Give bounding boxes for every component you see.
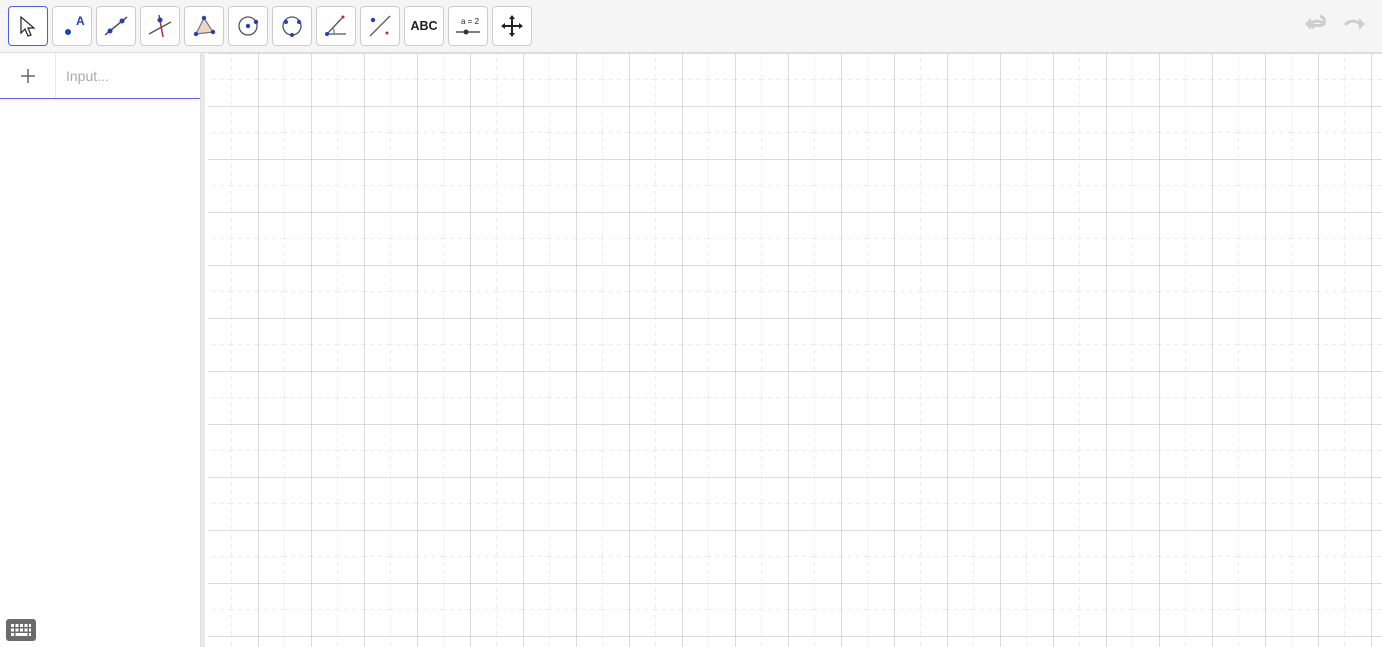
add-input-button[interactable] <box>0 53 56 98</box>
redo-icon <box>1340 14 1368 38</box>
tool-point[interactable]: A <box>52 6 92 46</box>
tool-line[interactable] <box>96 6 136 46</box>
perpendicular-icon <box>146 12 174 40</box>
slider-icon: a = 2 <box>451 12 485 40</box>
undo-button[interactable] <box>1300 10 1332 42</box>
ellipse-icon <box>278 12 306 40</box>
algebra-input[interactable] <box>66 68 190 84</box>
graphics-canvas[interactable] <box>201 53 1382 647</box>
redo-button[interactable] <box>1338 10 1370 42</box>
algebra-panel <box>0 53 201 647</box>
line-icon <box>102 12 130 40</box>
grid-background <box>205 53 1382 647</box>
tool-pan[interactable] <box>492 6 532 46</box>
tool-perpendicular[interactable] <box>140 6 180 46</box>
toolbar-right <box>1300 10 1370 42</box>
pan-icon <box>499 13 525 39</box>
cursor-icon <box>17 14 39 38</box>
plus-icon <box>19 67 37 85</box>
tool-ellipse[interactable] <box>272 6 312 46</box>
main-toolbar: A <box>0 0 1382 53</box>
tool-circle[interactable] <box>228 6 268 46</box>
input-row <box>0 53 200 99</box>
tool-text[interactable]: ABC <box>404 6 444 46</box>
tool-move[interactable] <box>8 6 48 46</box>
virtual-keyboard-button[interactable] <box>6 619 36 641</box>
reflect-icon <box>366 12 394 40</box>
tool-angle[interactable] <box>316 6 356 46</box>
svg-text:a = 2: a = 2 <box>461 17 480 26</box>
input-cell <box>56 53 200 98</box>
undo-icon <box>1302 14 1330 38</box>
main-area <box>0 53 1382 647</box>
tool-polygon[interactable] <box>184 6 224 46</box>
tool-slider[interactable]: a = 2 <box>448 6 488 46</box>
text-icon: ABC <box>410 19 437 33</box>
tool-reflect[interactable] <box>360 6 400 46</box>
point-icon: A <box>58 12 86 40</box>
keyboard-icon <box>10 623 32 637</box>
polygon-icon <box>190 12 218 40</box>
circle-icon <box>234 12 262 40</box>
angle-icon <box>322 12 350 40</box>
svg-text:A: A <box>76 14 85 28</box>
